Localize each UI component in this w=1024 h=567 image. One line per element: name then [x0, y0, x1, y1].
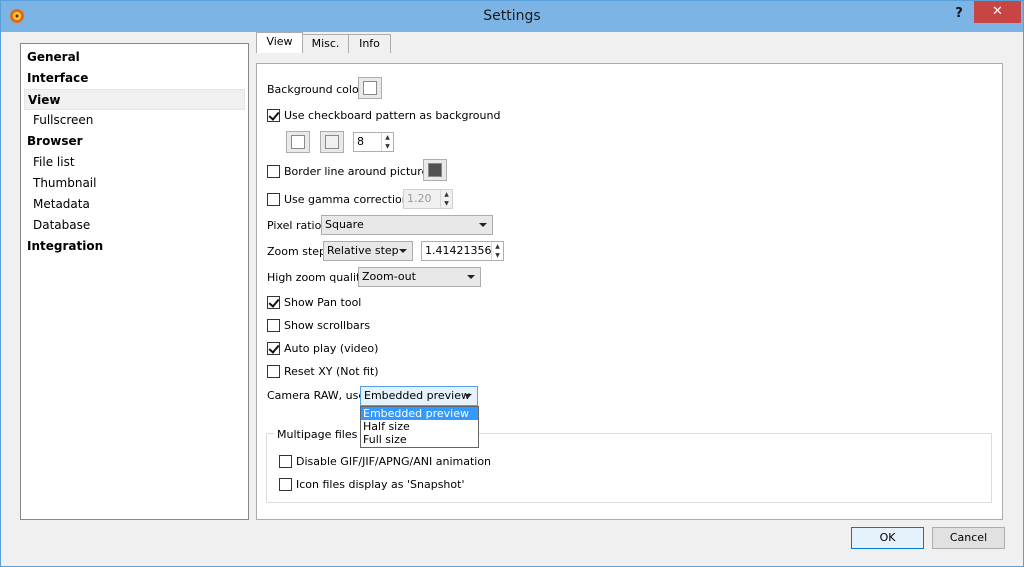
zoom-step-spinbox[interactable]: 1.41421356 ▲ ▼ [421, 241, 504, 261]
reset-xy-checkbox[interactable] [267, 364, 280, 378]
disable-animation-option[interactable]: Disable GIF/JIF/APNG/ANI animation [279, 454, 491, 468]
high-zoom-value: Zoom-out [362, 270, 416, 283]
tree-item-browser[interactable]: Browser [21, 131, 248, 152]
checkboard-checkbox[interactable] [267, 108, 280, 122]
zoom-step-combo[interactable]: Relative step [323, 241, 413, 261]
help-button[interactable]: ? [949, 4, 969, 24]
title-bar[interactable]: Settings ? ✕ [1, 1, 1023, 32]
gamma-value: 1.20 [407, 192, 432, 205]
auto-play-label: Auto play (video) [284, 341, 379, 355]
gamma-checkbox[interactable] [267, 192, 280, 206]
zoom-step-label: Zoom step [267, 245, 327, 258]
checkboard-color2-button[interactable] [320, 131, 344, 153]
camera-raw-label: Camera RAW, use [267, 389, 366, 402]
show-scrollbars-option[interactable]: Show scrollbars [267, 318, 370, 332]
checkboard-option[interactable]: Use checkboard pattern as background [267, 108, 500, 122]
tree-item-general[interactable]: General [21, 47, 248, 68]
ok-button[interactable]: OK [851, 527, 924, 549]
spin-arrows-icon[interactable]: ▲ ▼ [491, 242, 503, 260]
show-scrollbars-checkbox[interactable] [267, 318, 280, 332]
checkboard-size-value: 8 [357, 135, 364, 148]
settings-window: Settings ? ✕ General Interface View Full… [0, 0, 1024, 567]
zoom-step-value: Relative step [327, 244, 399, 257]
gamma-label: Use gamma correction [284, 192, 409, 206]
close-button[interactable]: ✕ [974, 1, 1021, 23]
high-zoom-label: High zoom quality [267, 271, 367, 284]
camera-raw-option-embedded[interactable]: Embedded preview [361, 407, 478, 420]
background-color-swatch [363, 81, 377, 95]
spin-arrows-icon[interactable]: ▲ ▼ [381, 133, 393, 151]
camera-raw-value: Embedded preview [364, 389, 470, 402]
tree-item-file-list[interactable]: File list [21, 152, 248, 173]
disable-animation-checkbox[interactable] [279, 454, 292, 468]
auto-play-option[interactable]: Auto play (video) [267, 341, 378, 355]
reset-xy-option[interactable]: Reset XY (Not fit) [267, 364, 379, 378]
checkboard-color1-button[interactable] [286, 131, 310, 153]
high-zoom-combo[interactable]: Zoom-out [358, 267, 481, 287]
camera-raw-option-half[interactable]: Half size [361, 420, 478, 433]
checkboard-color2-swatch [325, 135, 339, 149]
camera-raw-option-full[interactable]: Full size [361, 433, 478, 446]
border-line-checkbox[interactable] [267, 164, 280, 178]
border-line-option[interactable]: Border line around picture [267, 164, 428, 178]
pixel-ratio-value: Square [325, 218, 364, 231]
chevron-down-icon [467, 275, 475, 279]
checkboard-size-spinbox[interactable]: 8 ▲ ▼ [353, 132, 394, 152]
show-pan-label: Show Pan tool [284, 295, 362, 309]
tab-view[interactable]: View [256, 32, 303, 53]
checkboard-label: Use checkboard pattern as background [284, 108, 501, 122]
tree-item-fullscreen[interactable]: Fullscreen [21, 110, 248, 131]
tab-info[interactable]: Info [348, 34, 391, 53]
icon-snapshot-checkbox[interactable] [279, 477, 292, 491]
tree-item-interface[interactable]: Interface [21, 68, 248, 89]
tree-item-view[interactable]: View [24, 89, 245, 110]
chevron-down-icon [399, 249, 407, 253]
tree-item-integration[interactable]: Integration [21, 236, 248, 257]
dialog-client: General Interface View Fullscreen Browse… [8, 32, 1017, 561]
window-title: Settings [483, 8, 541, 24]
tab-misc[interactable]: Misc. [302, 34, 349, 53]
camera-raw-dropdown-list[interactable]: Embedded preview Half size Full size [360, 406, 479, 448]
gamma-spinbox: 1.20 ▲ ▼ [403, 189, 453, 209]
icon-snapshot-label: Icon files display as 'Snapshot' [296, 477, 465, 491]
show-pan-checkbox[interactable] [267, 295, 280, 309]
tree-item-metadata[interactable]: Metadata [21, 194, 248, 215]
checkboard-color1-swatch [291, 135, 305, 149]
pixel-ratio-label: Pixel ratio [267, 219, 322, 232]
tree-item-database[interactable]: Database [21, 215, 248, 236]
gamma-option[interactable]: Use gamma correction [267, 192, 409, 206]
settings-category-tree[interactable]: General Interface View Fullscreen Browse… [20, 43, 249, 520]
chevron-down-icon [479, 223, 487, 227]
reset-xy-label: Reset XY (Not fit) [284, 364, 379, 378]
icon-snapshot-option[interactable]: Icon files display as 'Snapshot' [279, 477, 464, 491]
cancel-button[interactable]: Cancel [932, 527, 1005, 549]
view-tab-panel: Background color Use checkboard pattern … [256, 63, 1003, 520]
spin-arrows-icon: ▲ ▼ [440, 190, 452, 208]
border-color-swatch [428, 163, 442, 177]
background-color-label: Background color [267, 83, 364, 96]
show-scrollbars-label: Show scrollbars [284, 318, 371, 332]
tree-item-thumbnail[interactable]: Thumbnail [21, 173, 248, 194]
pixel-ratio-combo[interactable]: Square [321, 215, 493, 235]
show-pan-option[interactable]: Show Pan tool [267, 295, 361, 309]
disable-animation-label: Disable GIF/JIF/APNG/ANI animation [296, 454, 492, 468]
auto-play-checkbox[interactable] [267, 341, 280, 355]
background-color-button[interactable] [358, 77, 382, 99]
camera-raw-combo[interactable]: Embedded preview [360, 386, 478, 406]
border-line-label: Border line around picture [284, 164, 429, 178]
zoom-step-number: 1.41421356 [425, 244, 492, 257]
multipage-files-title: Multipage files [274, 428, 361, 441]
border-color-button[interactable] [423, 159, 447, 181]
chevron-down-icon [464, 394, 472, 398]
